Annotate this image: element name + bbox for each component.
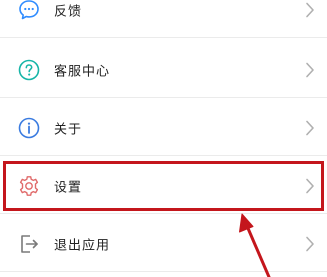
menu-item-exit-app[interactable]: 退出应用: [0, 216, 327, 272]
menu-item-label: 退出应用: [54, 238, 111, 253]
menu-item-label: 关于: [54, 122, 83, 137]
menu-item-label: 客服中心: [54, 64, 111, 79]
settings-menu-screen: 反馈 客服中心 关于 设置 退出应用: [0, 0, 327, 277]
chevron-right-icon: [305, 120, 315, 136]
logout-icon: [17, 232, 41, 256]
chevron-right-icon: [305, 178, 315, 194]
info-icon: [17, 116, 41, 140]
menu-item-label: 设置: [54, 180, 83, 195]
chevron-right-icon: [305, 62, 315, 78]
chevron-right-icon: [305, 236, 315, 252]
help-icon: [17, 58, 41, 82]
menu-item-feedback[interactable]: 反馈: [0, 0, 327, 38]
menu-item-customer-service[interactable]: 客服中心: [0, 42, 327, 98]
settings-gear-icon: [17, 174, 41, 198]
chevron-right-icon: [305, 2, 315, 18]
menu-item-label: 反馈: [54, 4, 83, 19]
feedback-icon: [17, 0, 41, 22]
menu-item-about[interactable]: 关于: [0, 100, 327, 156]
menu-item-settings[interactable]: 设置: [0, 158, 327, 214]
